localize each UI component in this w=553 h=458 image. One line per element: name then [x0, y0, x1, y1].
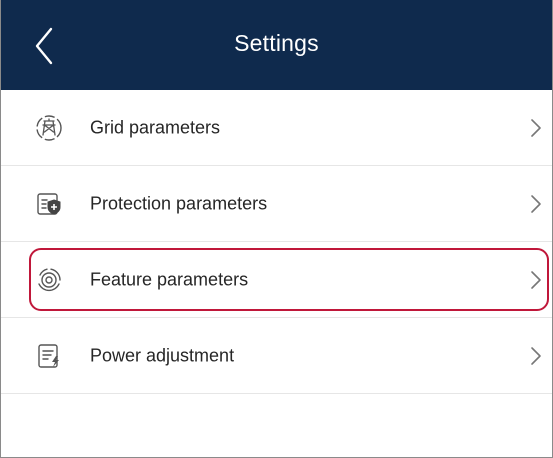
chevron-right-icon [531, 194, 541, 213]
menu-item-label: Grid parameters [90, 117, 221, 137]
page-title: Settings [234, 30, 319, 56]
menu-item-label: Power adjustment [90, 345, 235, 365]
chevron-right-icon [531, 270, 541, 289]
menu-item-protection-parameters[interactable]: Protection parameters [1, 166, 552, 242]
grid-tower-icon [36, 114, 62, 141]
power-adjust-icon [38, 343, 59, 368]
menu-item-label: Feature parameters [90, 269, 249, 289]
shield-document-icon [37, 192, 61, 215]
chevron-right-icon [531, 346, 541, 365]
menu-item-feature-parameters[interactable]: Feature parameters [1, 242, 552, 318]
menu-item-grid-parameters[interactable]: Grid parameters [1, 90, 552, 166]
menu-item-label: Protection parameters [90, 193, 268, 213]
chevron-right-icon [531, 118, 541, 137]
app-header: Settings [1, 0, 552, 90]
menu-item-power-adjustment[interactable]: Power adjustment [1, 318, 552, 394]
feature-ring-icon [38, 268, 61, 291]
settings-list: Grid parameters Protection parameters Fe… [1, 90, 552, 394]
